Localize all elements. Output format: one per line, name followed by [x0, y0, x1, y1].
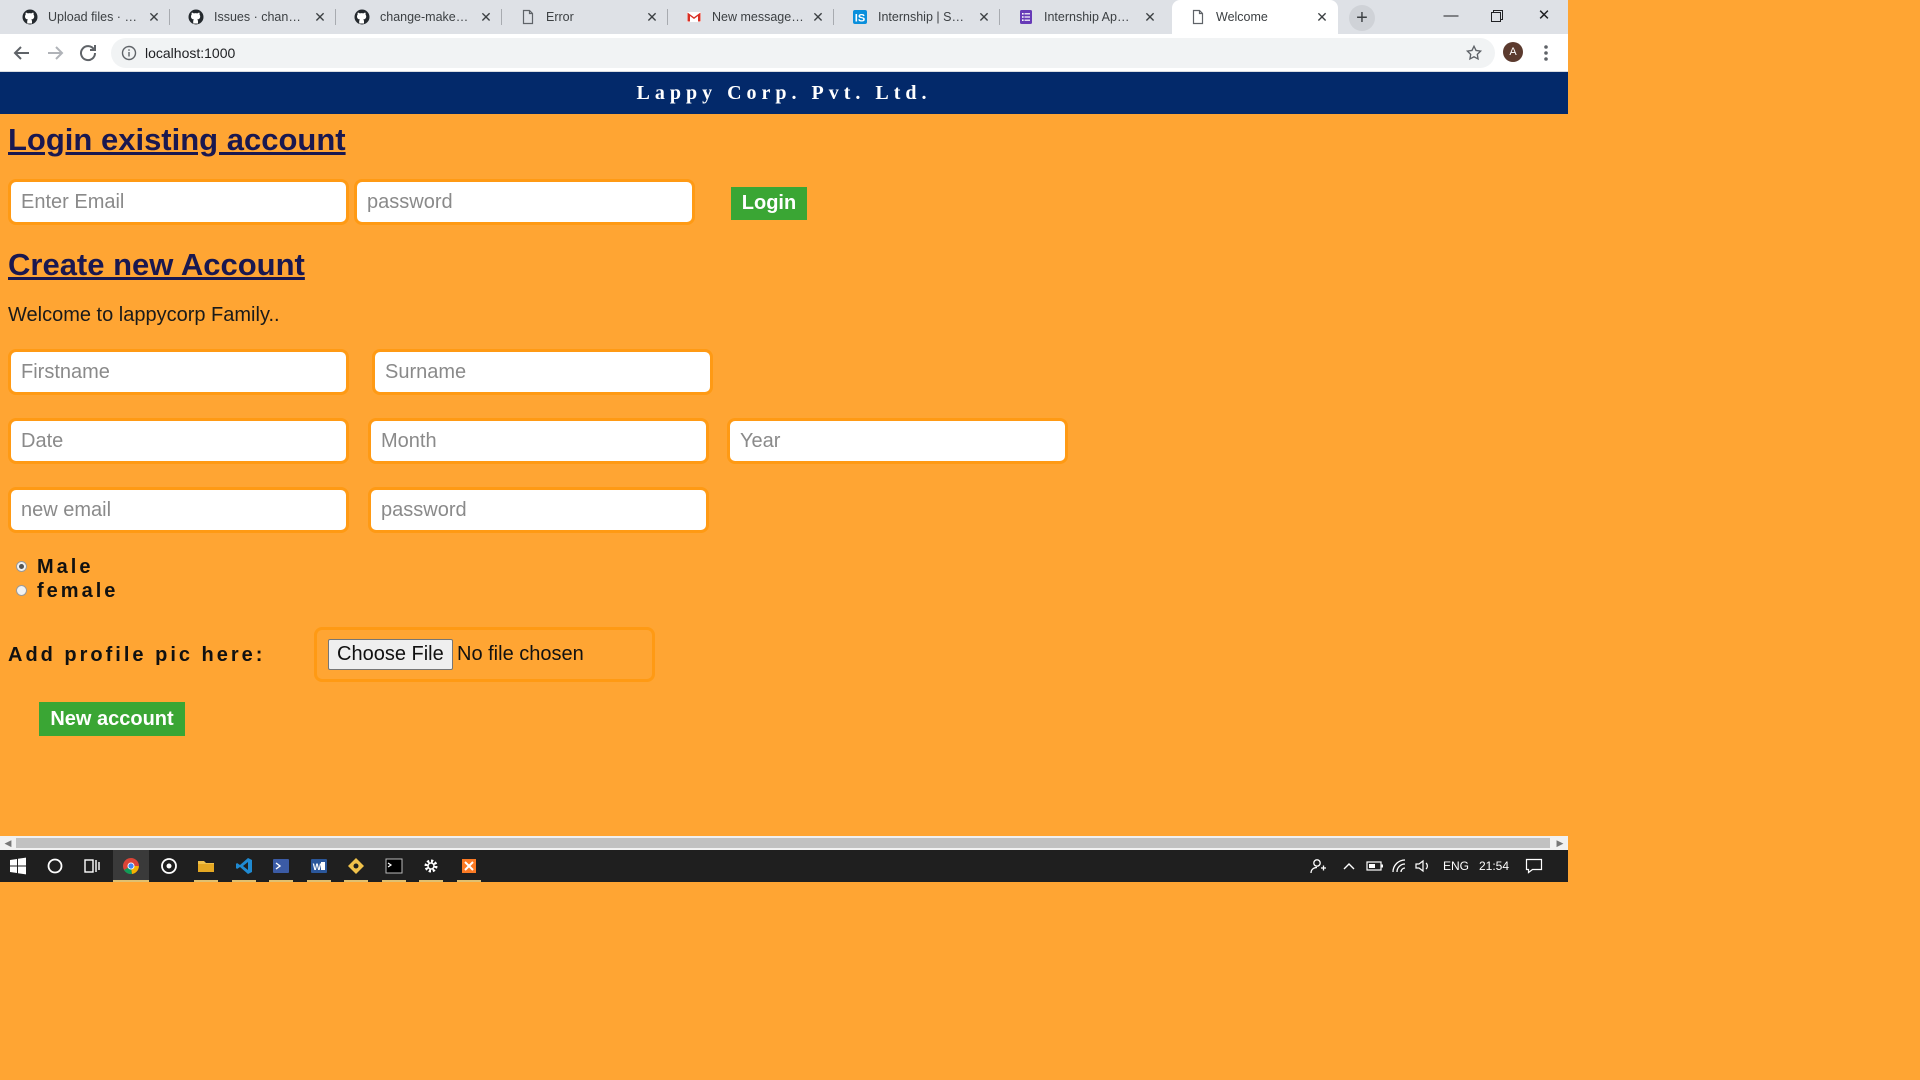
file-status-text: No file chosen [457, 643, 584, 665]
login-button[interactable]: Login [731, 187, 807, 220]
chrome-taskbar-icon[interactable] [113, 850, 149, 882]
battery-icon[interactable] [1366, 860, 1384, 872]
tab-internship-application[interactable]: Internship Application ✕ [1000, 0, 1166, 34]
tab-repo[interactable]: change-maker11/ ✕ [336, 0, 502, 34]
command-prompt-icon[interactable] [376, 850, 412, 882]
page-content: Lappy Corp. Pvt. Ltd. Login existing acc… [0, 72, 1568, 836]
tab-gmail[interactable]: New message from ✕ [668, 0, 834, 34]
github-icon [188, 9, 204, 25]
close-tab-icon[interactable]: ✕ [811, 10, 825, 24]
new-password-input[interactable] [368, 487, 709, 533]
windows-start-icon[interactable] [0, 850, 36, 882]
year-input[interactable] [727, 418, 1068, 464]
month-input[interactable] [368, 418, 709, 464]
tab-error[interactable]: Error ✕ [502, 0, 668, 34]
github-icon [22, 9, 38, 25]
tab-internship-summer[interactable]: IS Internship | Summer ✕ [834, 0, 1000, 34]
word-icon[interactable]: W [301, 850, 337, 882]
close-window-icon[interactable]: ✕ [1521, 0, 1567, 32]
browser-toolbar: localhost:1000 A [0, 34, 1568, 72]
login-password-input[interactable] [354, 179, 695, 225]
minimize-window-icon[interactable]: — [1428, 0, 1474, 32]
new-email-input[interactable] [8, 487, 349, 533]
file-explorer-icon[interactable] [188, 850, 224, 882]
forms-icon [1020, 10, 1032, 24]
terminal-app-icon[interactable] [263, 850, 299, 882]
github-icon [354, 9, 370, 25]
browser-tab-strip: Upload files · change-maker11 ✕ Issues ·… [0, 0, 1568, 34]
url-text[interactable]: localhost:1000 [145, 38, 235, 68]
profile-avatar[interactable]: A [1503, 42, 1523, 62]
xampp-icon[interactable] [451, 850, 487, 882]
settings-gear-icon[interactable] [413, 850, 449, 882]
search-circle-icon[interactable] [37, 850, 73, 882]
git-app-icon[interactable] [338, 850, 374, 882]
forward-arrow-icon[interactable] [43, 41, 67, 65]
close-tab-icon[interactable]: ✕ [313, 10, 327, 24]
volume-icon[interactable] [1414, 858, 1432, 874]
scrollbar-thumb[interactable] [16, 838, 1550, 848]
tab-issues[interactable]: Issues · change-maker11 ✕ [170, 0, 336, 34]
login-email-input[interactable] [8, 179, 349, 225]
back-arrow-icon[interactable] [10, 41, 34, 65]
close-tab-icon[interactable]: ✕ [479, 10, 493, 24]
horizontal-scrollbar[interactable]: ◀ ▶ [0, 836, 1568, 850]
file-upload-box: Choose File No file chosen [314, 627, 655, 682]
male-radio[interactable] [16, 561, 27, 572]
welcome-text: Welcome to lappycorp Family.. [8, 304, 280, 326]
create-account-heading: Create new Account [8, 247, 305, 282]
address-bar[interactable]: localhost:1000 [111, 38, 1495, 68]
close-tab-icon[interactable]: ✕ [977, 10, 991, 24]
login-heading: Login existing account [8, 122, 346, 157]
kebab-menu-icon[interactable] [1538, 42, 1554, 64]
task-view-icon[interactable] [73, 850, 109, 882]
notification-center-icon[interactable] [1525, 858, 1543, 874]
gmail-icon [687, 12, 701, 22]
vscode-icon[interactable] [226, 850, 262, 882]
tab-upload-files[interactable]: Upload files · change-maker11 ✕ [4, 0, 170, 34]
tab-title: Internship | Summer [878, 10, 991, 24]
close-tab-icon[interactable]: ✕ [645, 10, 659, 24]
new-account-button[interactable]: New account [39, 702, 185, 736]
tab-title: Error [546, 10, 574, 24]
page-icon [522, 9, 534, 25]
internshala-icon: IS [853, 10, 867, 25]
close-tab-icon[interactable]: ✕ [1143, 10, 1157, 24]
tab-title: change-maker11/ [380, 10, 477, 24]
brand-header: Lappy Corp. Pvt. Ltd. [0, 72, 1568, 114]
close-tab-icon[interactable]: ✕ [1315, 10, 1329, 24]
people-icon[interactable] [1309, 858, 1327, 874]
svg-text:IS: IS [855, 13, 865, 25]
scroll-left-icon[interactable]: ◀ [1, 836, 15, 850]
date-input[interactable] [8, 418, 349, 464]
male-label: Male [37, 556, 94, 578]
clock-time[interactable]: 21:54 [1479, 850, 1509, 882]
profile-pic-label: Add profile pic here: [8, 644, 266, 666]
tab-title: Welcome [1216, 10, 1268, 24]
reload-icon[interactable] [76, 41, 100, 65]
female-radio[interactable] [16, 585, 27, 596]
restore-window-icon[interactable] [1474, 0, 1520, 32]
page-icon [1192, 9, 1204, 25]
bookmark-star-icon[interactable] [1465, 44, 1483, 62]
svg-text:W: W [313, 862, 322, 872]
language-indicator[interactable]: ENG [1443, 850, 1469, 882]
firstname-input[interactable] [8, 349, 349, 395]
site-info-icon[interactable] [121, 45, 137, 61]
surname-input[interactable] [372, 349, 713, 395]
tab-welcome[interactable]: Welcome ✕ [1172, 0, 1338, 34]
windows-taskbar: W ENG 21:54 [0, 850, 1568, 882]
media-player-icon[interactable] [151, 850, 187, 882]
scroll-right-icon[interactable]: ▶ [1553, 836, 1567, 850]
tab-title: New message from [712, 10, 820, 24]
new-tab-button[interactable]: + [1349, 5, 1375, 31]
chevron-up-icon[interactable] [1342, 860, 1356, 872]
wifi-icon[interactable] [1391, 858, 1407, 874]
close-tab-icon[interactable]: ✕ [147, 10, 161, 24]
choose-file-button[interactable]: Choose File [328, 639, 453, 670]
female-label: female [37, 580, 119, 602]
